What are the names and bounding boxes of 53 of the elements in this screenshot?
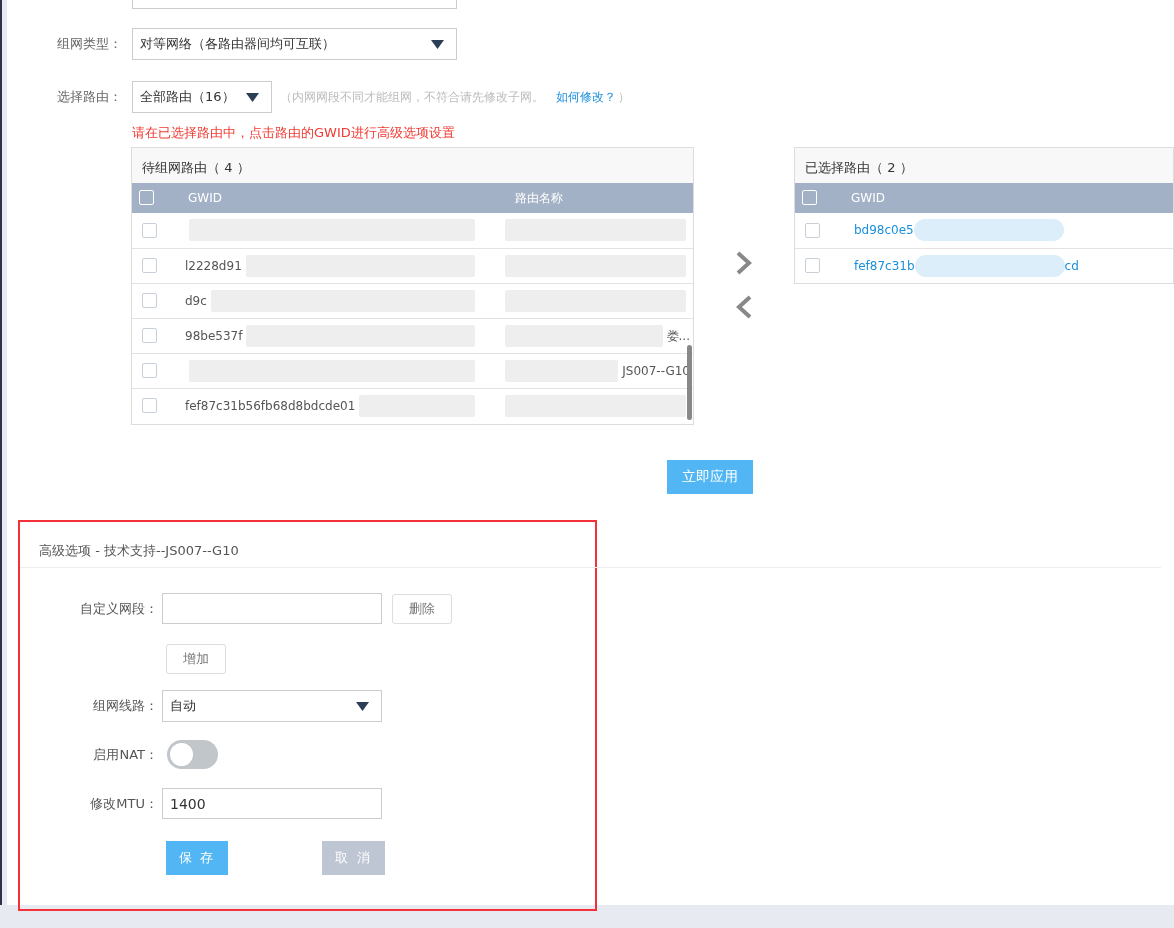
chevron-right-icon[interactable]	[734, 249, 754, 276]
scrollbar[interactable]	[687, 344, 692, 420]
gwid-text: 98be537f	[185, 327, 243, 345]
checkbox[interactable]	[805, 258, 820, 273]
column-header: 路由名称	[515, 189, 563, 207]
mtu-input[interactable]: 1400	[162, 788, 382, 819]
checkbox[interactable]	[142, 222, 157, 238]
router-name: 娄...	[666, 327, 690, 345]
router-name: JS007--G10	[622, 362, 690, 380]
column-header: GWID	[851, 189, 885, 207]
save-button[interactable]: 保 存	[166, 841, 228, 875]
table-title: 已选择路由（ 2 ）	[795, 147, 1173, 183]
field-label: 组网类型：	[56, 35, 123, 54]
checkbox[interactable]	[142, 398, 157, 413]
field-label: 组网线路：	[92, 697, 159, 716]
network-type-select[interactable]: 对等网络（各路由器间均可互联）	[132, 28, 457, 60]
gwid-link[interactable]: fef87c31b	[854, 256, 915, 275]
hint-text: ）	[618, 89, 630, 106]
apply-button[interactable]: 立即应用	[667, 459, 753, 494]
field-label: 自定义网段：	[79, 599, 159, 618]
hint-text: （内网网段不同才能组网，不符合请先修改子网。	[280, 89, 544, 106]
chevron-left-icon[interactable]	[734, 293, 754, 320]
field-label: 启用NAT：	[92, 745, 159, 764]
dropdown-caret-icon	[246, 92, 259, 102]
checkbox[interactable]	[142, 293, 157, 308]
field-label: 修改MTU：	[89, 794, 159, 813]
add-button[interactable]: 增加	[166, 644, 226, 674]
gwid-text: d9c	[185, 292, 207, 310]
notice-text: 请在已选择路由中，点击路由的GWID进行高级选项设置	[132, 124, 456, 142]
checkbox[interactable]	[142, 363, 157, 378]
section-title: 高级选项 - 技术支持--JS007--G10	[20, 521, 1161, 568]
gwid-link[interactable]: bd98c0e5	[854, 221, 914, 239]
select-value: 对等网络（各路由器间均可互联）	[140, 35, 335, 54]
table-title: 待组网路由（ 4 ）	[132, 147, 693, 183]
gwid-link[interactable]: cd	[1064, 256, 1079, 275]
checkbox[interactable]	[142, 328, 157, 343]
dropdown-caret-icon	[356, 701, 369, 711]
text-input[interactable]	[162, 593, 382, 624]
checkbox[interactable]	[142, 258, 157, 273]
nat-toggle[interactable]	[167, 740, 218, 769]
field-label: 选择路由：	[56, 88, 123, 107]
route-select[interactable]: 全部路由（16）	[132, 81, 272, 113]
checkbox[interactable]	[805, 222, 820, 238]
text-field[interactable]	[132, 0, 457, 9]
select-value: 全部路由（16）	[140, 88, 235, 107]
route-line-select[interactable]: 自动	[162, 690, 382, 722]
help-link[interactable]: 如何修改？	[556, 88, 616, 106]
gwid-text: fef87c31b56fb68d8bdcde01	[185, 397, 356, 415]
dropdown-caret-icon	[431, 39, 444, 49]
select-value: 自动	[170, 697, 196, 716]
delete-button[interactable]: 删除	[392, 593, 452, 624]
gwid-text: l2228d91	[185, 257, 242, 275]
column-header: GWID	[188, 189, 223, 207]
